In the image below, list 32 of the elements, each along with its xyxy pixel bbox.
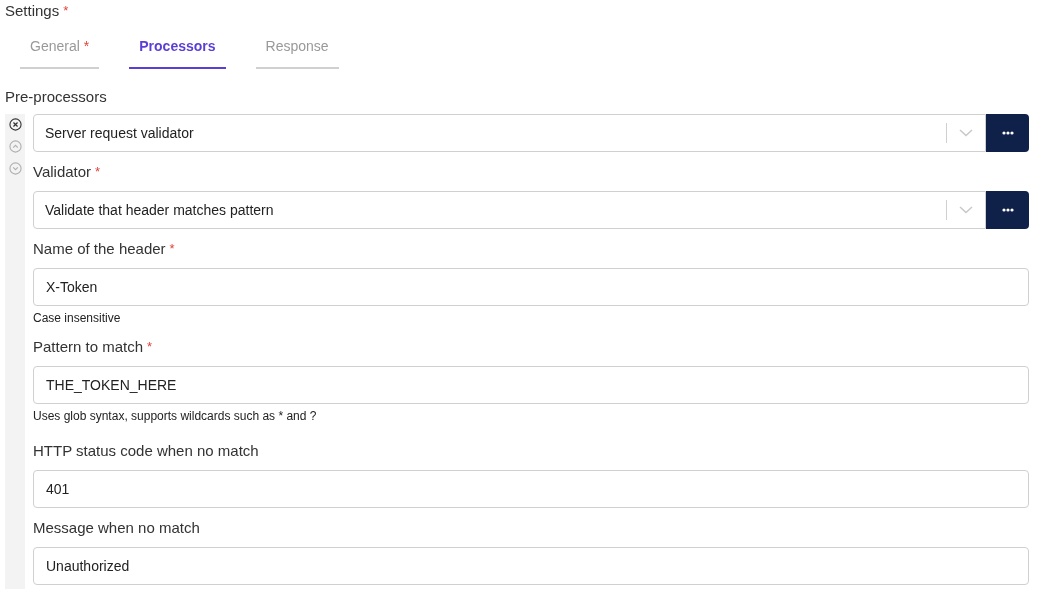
settings-title: Settings (5, 0, 60, 21)
select-field[interactable]: Validate that header matches pattern (33, 191, 986, 229)
text-field[interactable]: X-Token (33, 268, 1029, 306)
field-label: HTTP status code when no match (33, 440, 259, 461)
chevron-down-icon[interactable] (959, 129, 973, 137)
text-field[interactable]: 401 (33, 470, 1029, 508)
field-label: Name of the header (33, 238, 166, 259)
field-label: Validator (33, 161, 92, 182)
ellipsis-icon (1001, 208, 1014, 212)
tab[interactable]: General * (20, 36, 100, 69)
tab[interactable]: Processors (129, 36, 226, 69)
chevron-down-icon[interactable] (959, 206, 973, 214)
text-field[interactable]: Unauthorized (33, 547, 1029, 585)
section-title: Pre-processors (5, 87, 108, 104)
remove-icon[interactable] (8, 118, 22, 131)
move-up-icon[interactable] (8, 140, 22, 153)
required-mark: * (95, 163, 101, 182)
help-text: Case insensitive (33, 310, 122, 327)
help-text: Uses glob syntax, supports wildcards such as * and ? (33, 408, 318, 425)
required-mark: * (147, 338, 153, 357)
required-mark: * (169, 240, 175, 259)
more-button[interactable] (986, 114, 1029, 152)
field-label: Message when no match (33, 517, 200, 538)
select-value: Server request validator (44, 123, 195, 143)
select-field[interactable]: Server request validator (33, 114, 986, 152)
field-label: Pattern to match (33, 336, 144, 357)
move-down-icon[interactable] (8, 162, 22, 175)
required-mark: * (63, 2, 69, 21)
more-button[interactable] (986, 191, 1029, 229)
ellipsis-icon (1001, 131, 1014, 135)
text-field[interactable]: THE_TOKEN_HERE (33, 366, 1029, 404)
select-value: Validate that header matches pattern (44, 200, 275, 220)
